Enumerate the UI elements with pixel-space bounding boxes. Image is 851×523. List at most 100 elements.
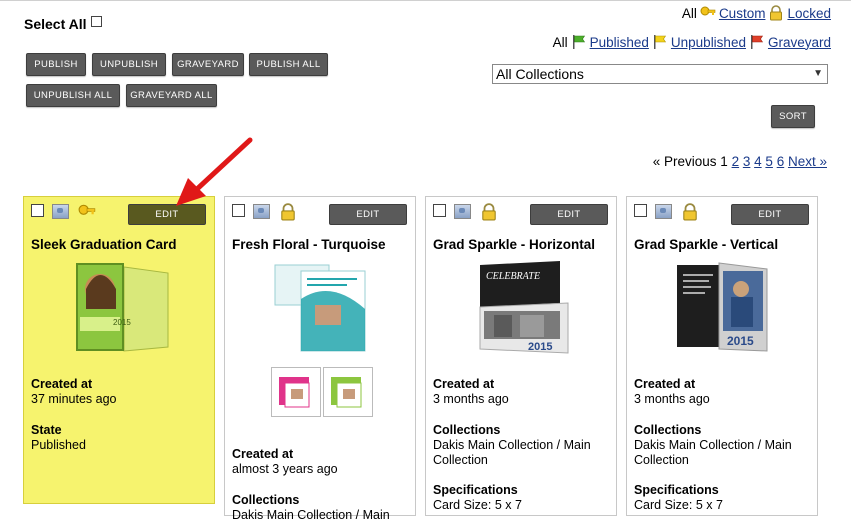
unpublish-button[interactable]: UNPUBLISH: [92, 53, 166, 76]
card-thumbnail: 2015: [677, 262, 768, 352]
filter-custom-link[interactable]: Custom: [719, 6, 766, 21]
created-value: 3 months ago: [433, 392, 509, 406]
specifications-info: Specifications Card Size: 5 x 7: [433, 483, 522, 513]
card-thumbnail: CELEBRATE 2015: [479, 261, 569, 354]
key-icon: [78, 204, 96, 215]
product-card: EDIT Grad Sparkle - Vertical 2015 Create…: [626, 196, 818, 516]
pagination: « Previous 1 2 3 4 5 6 Next »: [653, 154, 827, 169]
edit-button[interactable]: EDIT: [530, 204, 608, 225]
unpublish-all-button[interactable]: UNPUBLISH ALL: [26, 84, 120, 107]
state-value: Published: [31, 438, 86, 452]
card-checkbox[interactable]: [634, 204, 647, 217]
edit-button[interactable]: EDIT: [128, 204, 206, 225]
card-title: Fresh Floral - Turquoise: [232, 237, 386, 252]
pagination-next[interactable]: Next »: [788, 154, 827, 169]
pagination-page[interactable]: 6: [777, 154, 785, 169]
image-icon[interactable]: [454, 204, 471, 219]
card-image-year: 2015: [528, 341, 552, 353]
pagination-page[interactable]: 5: [765, 154, 773, 169]
collections-value: Collection: [433, 453, 488, 467]
lock-icon: [770, 5, 783, 21]
product-card: EDIT Fresh Floral - Turquoise Created at…: [224, 196, 416, 522]
state-label: State: [31, 423, 62, 437]
publish-all-button[interactable]: PUBLISH ALL: [249, 53, 328, 76]
svg-text:2015: 2015: [113, 318, 131, 327]
specifications-value: Card Size: 5 x 7: [634, 498, 723, 512]
red-flag-icon: [750, 35, 764, 49]
pagination-page[interactable]: 4: [754, 154, 762, 169]
green-flag-icon: [572, 35, 585, 49]
graveyard-all-button[interactable]: GRAVEYARD ALL: [126, 84, 217, 107]
pagination-page[interactable]: 2: [732, 154, 740, 169]
card-thumbnail: [274, 264, 366, 352]
yellow-flag-icon: [653, 35, 666, 49]
state-info: State Published: [31, 423, 86, 453]
collections-value: Dakis Main Collection / Main: [232, 508, 390, 522]
pagination-previous: « Previous: [652, 154, 717, 169]
edit-button[interactable]: EDIT: [329, 204, 407, 225]
collections-info: Collections Dakis Main Collection / Main: [232, 493, 390, 523]
created-label: Created at: [634, 377, 696, 391]
card-title: Grad Sparkle - Horizontal: [433, 237, 596, 252]
specifications-info: Specifications Card Size: 5 x 7: [634, 483, 723, 513]
image-icon[interactable]: [253, 204, 270, 219]
lock-icon: [683, 203, 697, 221]
card-title: Sleek Graduation Card: [31, 237, 177, 252]
card-title: Grad Sparkle - Vertical: [634, 237, 779, 252]
collections-label: Collections: [232, 493, 300, 507]
specifications-label: Specifications: [433, 483, 518, 497]
card-thumbnail: 2015: [76, 263, 169, 352]
collections-select-value: All Collections: [496, 66, 584, 82]
publish-button[interactable]: PUBLISH: [26, 53, 86, 76]
type-filter-all[interactable]: All: [682, 6, 697, 21]
collections-info: Collections Dakis Main Collection / Main…: [433, 423, 591, 468]
graveyard-button[interactable]: GRAVEYARD: [172, 53, 244, 76]
card-image-year: 2015: [727, 334, 754, 348]
lock-icon: [482, 203, 496, 221]
card-checkbox[interactable]: [31, 204, 44, 217]
image-icon[interactable]: [52, 204, 69, 219]
filter-published-link[interactable]: Published: [590, 35, 649, 50]
created-info: Created at 3 months ago: [433, 377, 509, 407]
edit-button[interactable]: EDIT: [731, 204, 809, 225]
sort-button[interactable]: SORT: [771, 105, 815, 128]
select-all: Select All: [24, 15, 102, 32]
created-info: Created at 37 minutes ago: [31, 377, 116, 407]
chevron-down-icon: ▼: [813, 68, 823, 79]
created-label: Created at: [232, 447, 294, 461]
pagination-page[interactable]: 3: [743, 154, 751, 169]
card-image-headline: CELEBRATE: [486, 271, 540, 282]
collections-select[interactable]: All Collections ▼: [492, 64, 828, 84]
created-info: Created at 3 months ago: [634, 377, 710, 407]
state-filter-all[interactable]: All: [553, 35, 568, 50]
created-info: Created at almost 3 years ago: [232, 447, 338, 477]
collections-value: Dakis Main Collection / Main: [634, 438, 792, 452]
collections-label: Collections: [634, 423, 702, 437]
created-label: Created at: [433, 377, 495, 391]
card-checkbox[interactable]: [433, 204, 446, 217]
pagination-current: 1: [720, 154, 728, 169]
select-all-label: Select All: [24, 16, 87, 32]
lock-icon: [281, 203, 295, 221]
green-variant-thumbnail[interactable]: [323, 367, 373, 417]
specifications-value: Card Size: 5 x 7: [433, 498, 522, 512]
image-icon[interactable]: [655, 204, 672, 219]
created-value: 3 months ago: [634, 392, 710, 406]
filter-graveyard-link[interactable]: Graveyard: [768, 35, 831, 50]
collections-value: Collection: [634, 453, 689, 467]
specifications-label: Specifications: [634, 483, 719, 497]
card-checkbox[interactable]: [232, 204, 245, 217]
product-card: EDIT Sleek Graduation Card 2015 Created …: [23, 196, 215, 504]
select-all-checkbox[interactable]: [90, 15, 102, 27]
created-label: Created at: [31, 377, 93, 391]
pink-variant-thumbnail[interactable]: [271, 367, 321, 417]
top-border: [0, 0, 851, 1]
type-filters: All Custom Locked: [682, 5, 831, 21]
state-filters: All Published Unpublished Graveyard: [553, 34, 831, 50]
filter-locked-link[interactable]: Locked: [787, 6, 831, 21]
collections-info: Collections Dakis Main Collection / Main…: [634, 423, 792, 468]
product-card: EDIT Grad Sparkle - Horizontal CELEBRATE…: [425, 196, 617, 516]
collections-value: Dakis Main Collection / Main: [433, 438, 591, 452]
filter-unpublished-link[interactable]: Unpublished: [671, 35, 746, 50]
created-value: almost 3 years ago: [232, 462, 338, 476]
